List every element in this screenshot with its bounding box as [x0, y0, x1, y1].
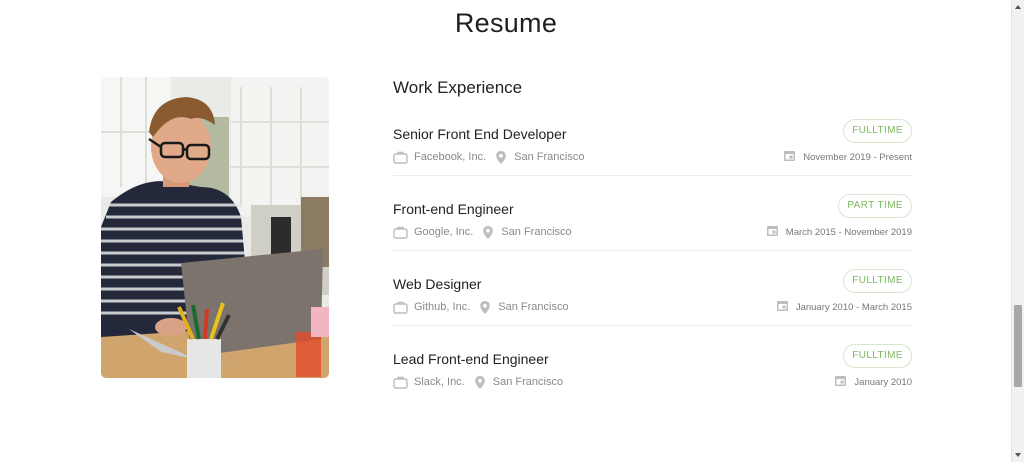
- job-item: Front-end Engineer PART TIME Google, Inc…: [393, 194, 912, 269]
- job-location: San Francisco: [501, 226, 572, 238]
- job-title: Senior Front End Developer: [393, 126, 567, 142]
- briefcase-icon: [393, 151, 408, 164]
- job-dates: January 2010: [834, 374, 912, 390]
- map-pin-icon: [482, 225, 494, 240]
- job-company: Slack, Inc.: [414, 376, 465, 388]
- job-item: Senior Front End Developer FULLTIME Face…: [393, 119, 912, 194]
- job-dates: November 2019 - Present: [783, 149, 912, 165]
- job-location: San Francisco: [514, 151, 585, 163]
- job-meta: Slack, Inc. San Francisco: [393, 374, 563, 390]
- job-company: Google, Inc.: [414, 226, 474, 238]
- job-type-badge: FULLTIME: [843, 269, 912, 293]
- job-date-range: November 2019 - Present: [803, 151, 912, 163]
- job-type-badge: FULLTIME: [843, 119, 912, 143]
- job-item: Lead Front-end Engineer FULLTIME Slack, …: [393, 344, 912, 419]
- job-location: San Francisco: [498, 301, 569, 313]
- divider: [393, 250, 912, 251]
- briefcase-icon: [393, 301, 408, 314]
- calendar-icon: [776, 299, 789, 315]
- calendar-icon: [783, 149, 796, 165]
- job-meta: Facebook, Inc. San Francisco: [393, 149, 584, 165]
- scroll-thumb[interactable]: [1014, 305, 1022, 387]
- map-pin-icon: [474, 375, 486, 390]
- job-dates: March 2015 - November 2019: [766, 224, 912, 240]
- briefcase-icon: [393, 226, 408, 239]
- page-title: Resume: [454, 8, 558, 38]
- section-title: Work Experience: [393, 78, 523, 97]
- map-pin-icon: [479, 300, 491, 315]
- job-company: Github, Inc.: [414, 301, 471, 313]
- job-title: Web Designer: [393, 276, 482, 292]
- scroll-up-arrow[interactable]: [1012, 0, 1024, 14]
- job-dates: January 2010 - March 2015: [776, 299, 912, 315]
- divider: [393, 175, 912, 176]
- job-company: Facebook, Inc.: [414, 151, 487, 163]
- job-meta: Google, Inc. San Francisco: [393, 224, 572, 240]
- divider: [393, 325, 912, 326]
- job-location: San Francisco: [492, 376, 564, 388]
- job-date-range: January 2010 - March 2015: [795, 301, 912, 313]
- job-date-range: January 2010: [854, 376, 912, 388]
- calendar-icon: [834, 374, 847, 390]
- scrollbar[interactable]: [1011, 0, 1024, 462]
- map-pin-icon: [495, 150, 507, 165]
- job-meta: Github, Inc. San Francisco: [393, 299, 569, 315]
- job-title: Front-end Engineer: [393, 201, 514, 217]
- scroll-down-arrow[interactable]: [1012, 448, 1024, 462]
- calendar-icon: [766, 224, 779, 240]
- briefcase-icon: [393, 376, 408, 389]
- profile-photo: [101, 77, 329, 378]
- job-date-range: March 2015 - November 2019: [785, 226, 912, 238]
- job-item: Web Designer FULLTIME Github, Inc. San F…: [393, 269, 912, 344]
- job-type-badge: FULLTIME: [843, 344, 912, 368]
- job-type-badge: PART TIME: [838, 194, 912, 218]
- job-title: Lead Front-end Engineer: [393, 351, 549, 367]
